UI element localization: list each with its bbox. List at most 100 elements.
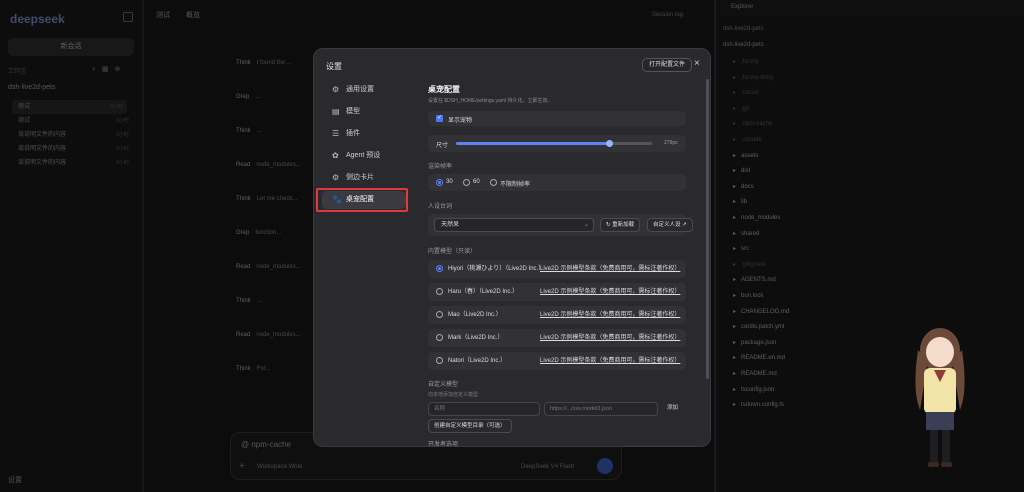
file-item[interactable]: ▸ .husky-temp [733,74,774,82]
timeline-item[interactable]: Think Let me check... [236,196,297,202]
file-name: dist [741,168,751,175]
model-radio[interactable] [436,334,443,341]
file-item[interactable]: ▸ node_modules [733,214,780,222]
tab-test[interactable]: 测试 [156,12,170,19]
file-item[interactable]: ▸ .cursor [733,89,759,97]
timeline-item[interactable]: Think For... [236,366,270,372]
model-path-input[interactable]: https://.../xxx.model3.json [544,402,658,416]
session-item[interactable]: 谈说明文件的内容 3小时 [18,156,133,170]
model-license-link[interactable]: Live2D 示例模型条款（免费商用可，需标注著作权） [540,260,682,278]
session-log-link[interactable]: Session log [652,12,683,18]
file-name: bun.lock [741,293,764,299]
attach-icon[interactable]: + [239,461,245,472]
builtin-model-row[interactable]: Haru（春）（Live2D Inc.） Live2D 示例模型条款（免费商用可，… [428,283,686,301]
file-item[interactable]: ▸ CHANGELOG.md [733,308,789,316]
builtin-model-row[interactable]: Mark（Live2D Inc.） Live2D 示例模型条款（免费商用可，需标注… [428,329,686,347]
session-item[interactable]: 谈说明文件的内容 3小时 [18,128,133,142]
file-item[interactable]: ▸ README.en.md [733,354,785,362]
session-item[interactable]: 谈说明文件的内容 3小时 [18,142,133,156]
composer-input[interactable]: @ npm-cache [241,440,291,449]
file-item[interactable]: ▸ docs [733,183,754,191]
timeline-kind: Think [236,298,251,304]
model-license-link[interactable]: Live2D 示例模型条款（免费商用可，需标注著作权） [540,283,682,301]
session-item[interactable]: 测试 3小时 [12,100,127,114]
file-icon: ▸ [733,168,737,175]
fps-section-label: 渲染帧率 [428,164,453,170]
file-item[interactable]: ▸ bun.lock [733,292,763,300]
timeline-item[interactable]: Read node_modules... [236,162,301,168]
model-license-link[interactable]: Live2D 示例模型条款（免费商用可，需标注著作权） [540,352,682,370]
model-select[interactable]: DeepSeek V4 Flash [521,464,574,470]
model-radio[interactable] [436,288,443,295]
grid-icon[interactable]: ▦ [102,66,115,73]
settings-nav-item[interactable]: ⚙ 通用设置 [322,81,406,99]
fps-60-radio[interactable] [463,179,470,186]
file-item[interactable]: ▸ tsdown.config.ts [733,401,784,409]
builtin-model-row[interactable]: Mao（Live2D Inc.） Live2D 示例模型条款（免费商用可，需标注著… [428,306,686,324]
builtin-model-row[interactable]: Natori（Live2D Inc.） Live2D 示例模型条款（免费商用可，需… [428,352,686,370]
new-chat-button[interactable]: 新会话 [8,38,134,56]
file-item[interactable]: ▸ tsconfig.json [733,386,774,394]
timeline-item[interactable]: Read node_modules... [236,264,301,270]
file-item[interactable]: ▸ package.json [733,339,776,347]
file-item[interactable]: ▸ .git [733,105,749,113]
file-item[interactable]: ▸ shared [733,230,759,238]
live2d-character[interactable] [900,320,980,480]
reload-button[interactable]: ↻ 重新加载 [600,218,641,232]
timeline-item[interactable]: Grep... [236,94,260,100]
custom-persona-button[interactable]: 自定义人设 ↗ [647,218,693,232]
file-item[interactable]: ▸ .husky [733,58,758,66]
settings-nav-item[interactable]: ▤ 模型 [322,103,406,121]
settings-link[interactable]: 设置 [8,475,22,485]
add-icon[interactable]: ⊕ [115,66,127,73]
session-time: 3小时 [116,160,129,166]
model-radio[interactable] [436,357,443,364]
session-item[interactable]: 测试 3小时 [18,114,133,128]
model-radio[interactable] [436,265,443,272]
file-item[interactable]: ▸ cordis.patch.yml [733,323,784,331]
model-name-input[interactable]: 名称 [428,402,540,416]
explorer-root[interactable]: dsh-live2d-pets [723,42,764,48]
show-pet-row[interactable]: ✓ 显示宠物 [428,111,686,126]
modal-scrollbar[interactable] [706,79,709,379]
file-item[interactable]: ▸ README.md [733,370,777,378]
sidebar-collapse-icon[interactable] [123,12,133,22]
size-slider[interactable] [456,140,652,147]
persona-select[interactable]: 天然呆 ⌄ [434,218,594,232]
file-item[interactable]: ▸ .vscode [733,136,762,144]
file-item[interactable]: ▸ lib [733,198,747,206]
fps-unlimited-radio[interactable] [490,179,497,186]
timeline-item[interactable]: Think... [236,128,262,134]
workspace-actions[interactable]: ⌕▦⊕ [92,65,126,74]
file-item[interactable]: ▸ .gitignore [733,261,766,269]
file-item[interactable]: ▸ src [733,245,749,253]
file-item[interactable]: ▸ assets [733,152,758,160]
model-license-link[interactable]: Live2D 示例模型条款（免费商用可，需标注著作权） [540,306,682,324]
workspace-mode-select[interactable]: Workspace Write [257,464,302,470]
settings-nav-item[interactable]: ⚙ 侧边卡片 [322,169,406,187]
timeline-item[interactable]: Think... [236,298,262,304]
size-slider-handle[interactable] [605,140,613,147]
file-item[interactable]: ▸ dist [733,167,750,175]
file-item[interactable]: ▸ .npm-cache [733,120,772,128]
file-icon: ▸ [733,293,737,299]
timeline-item[interactable]: Think I found the ... [236,60,292,66]
file-item[interactable]: ▸ AGENTS.md [733,276,776,284]
model-radio[interactable] [436,311,443,318]
session-title: 谈说明文件的内容 [18,132,67,138]
search-icon[interactable]: ⌕ [92,66,102,73]
add-model-button[interactable]: 添加 [662,402,683,416]
create-dir-button[interactable]: 创建自定义模型目录（可选） [428,419,512,433]
settings-nav-item[interactable]: ✿ Agent 预设 [322,147,406,165]
project-folder[interactable]: dsh-live2d-pets [8,84,55,91]
model-license-link[interactable]: Live2D 示例模型条款（免费商用可，需标注著作权） [540,329,682,347]
builtin-model-row[interactable]: Hiyori（桃瀬ひより）（Live2D Inc.） Live2D 示例模型条款（… [428,260,686,278]
fps-30-radio[interactable] [436,179,443,186]
settings-nav-item[interactable]: ☰ 插件 [322,125,406,143]
timeline-item[interactable]: Grep function... [236,230,281,236]
show-pet-checkbox[interactable]: ✓ [436,115,443,122]
timeline-item[interactable]: Read node_modules... [236,332,301,338]
send-button[interactable] [597,458,613,474]
tab-overview[interactable]: 概览 [186,12,200,19]
explorer-tab[interactable]: Explorer [731,4,753,10]
